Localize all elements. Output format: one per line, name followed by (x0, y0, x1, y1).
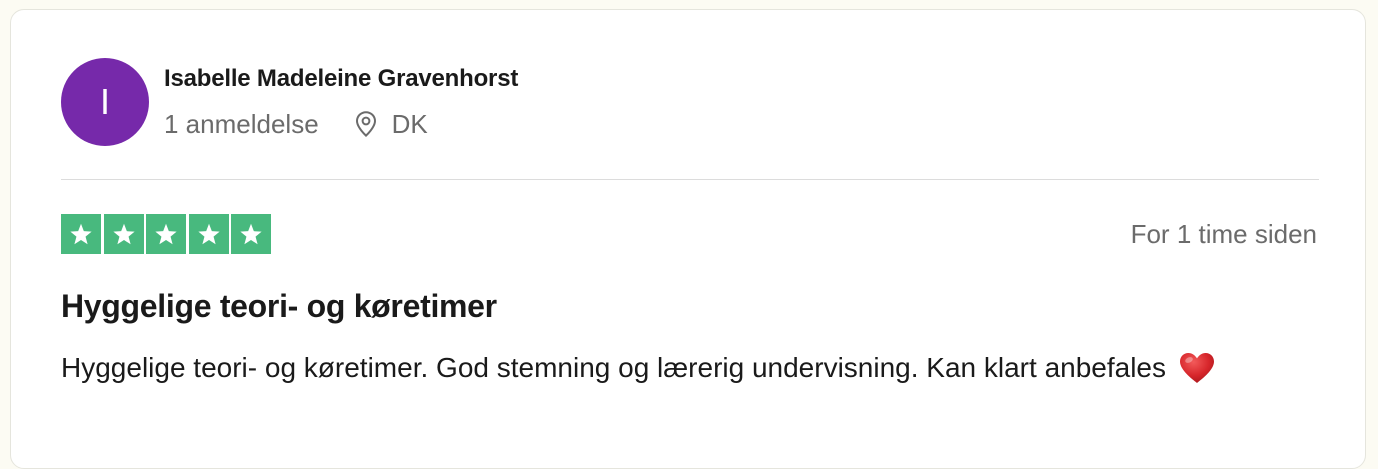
star-icon (231, 214, 271, 254)
location-pin-icon (355, 111, 376, 137)
review-date: For 1 time siden (1130, 219, 1317, 249)
red-heart-icon (1179, 353, 1214, 383)
review-body-text: Hyggelige teori- og køretimer. God stemn… (61, 352, 1167, 383)
star-icon (188, 214, 229, 254)
divider (61, 179, 1319, 180)
star-icon (146, 214, 186, 254)
review-title[interactable]: Hyggelige teori- og køretimer (61, 288, 497, 325)
review-card: I Isabelle Madeleine Gravenhorst 1 anmel… (10, 9, 1366, 469)
avatar[interactable]: I (61, 58, 149, 146)
reviewer-country: DK (391, 108, 428, 139)
avatar-initial: I (99, 81, 110, 122)
star-rating (61, 214, 271, 254)
star-icon (103, 214, 144, 254)
review-count: 1 anmeldelse (164, 108, 319, 139)
star-icon (61, 214, 101, 254)
reviewer-name[interactable]: Isabelle Madeleine Gravenhorst (164, 65, 518, 93)
reviewer-meta: 1 anmeldelse DK (164, 109, 428, 139)
review-body: Hyggelige teori- og køretimer. God stemn… (61, 348, 1271, 388)
